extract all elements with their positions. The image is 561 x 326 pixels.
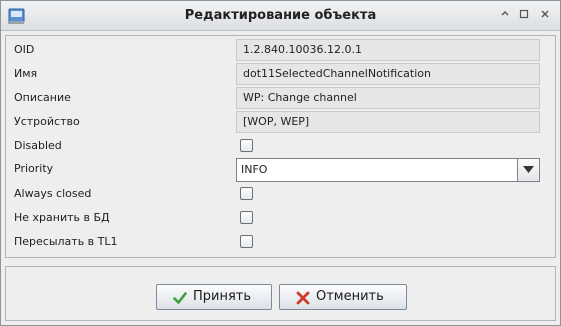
row-oid: OID 1.2.840.10036.12.0.1 (14, 39, 544, 61)
window-title: Редактирование объекта (184, 8, 377, 23)
row-priority: Priority INFO (14, 158, 544, 182)
minimize-icon[interactable] (498, 9, 512, 23)
x-icon (296, 290, 310, 305)
chevron-down-icon (523, 166, 534, 173)
properties-panel: OID 1.2.840.10036.12.0.1 Имя dot11Select… (5, 35, 556, 258)
forward-tl1-label: Пересылать в TL1 (14, 235, 118, 248)
name-field[interactable]: dot11SelectedChannelNotification (236, 63, 540, 85)
cancel-button[interactable]: Отменить (279, 284, 407, 310)
oid-field[interactable]: 1.2.840.10036.12.0.1 (236, 39, 540, 61)
row-always-closed: Always closed (14, 183, 544, 205)
no-store-label: Не хранить в БД (14, 211, 110, 224)
cancel-label: Отменить (316, 289, 384, 304)
restore-icon[interactable] (517, 9, 531, 23)
device-field[interactable]: [WOP, WEP] (236, 111, 540, 133)
name-label: Имя (14, 67, 38, 80)
description-label: Описание (14, 91, 71, 104)
priority-label: Priority (14, 162, 54, 175)
edit-object-dialog: Редактирование объекта OID 1.2.840.10036… (0, 0, 561, 326)
row-no-store: Не хранить в БД (14, 207, 544, 229)
disabled-label: Disabled (14, 139, 62, 152)
forward-tl1-checkbox[interactable] (240, 235, 253, 248)
row-forward-tl1: Пересылать в TL1 (14, 231, 544, 253)
always-closed-checkbox[interactable] (240, 187, 253, 200)
priority-select[interactable]: INFO (236, 158, 540, 182)
priority-value: INFO (241, 163, 268, 176)
description-field[interactable]: WP: Change channel (236, 87, 540, 109)
device-label: Устройство (14, 115, 80, 128)
title-bar[interactable]: Редактирование объекта (1, 1, 560, 31)
row-description: Описание WP: Change channel (14, 87, 544, 109)
check-icon (173, 290, 187, 304)
accept-label: Принять (193, 289, 252, 304)
disabled-checkbox[interactable] (240, 139, 253, 152)
always-closed-label: Always closed (14, 187, 92, 200)
close-icon[interactable] (538, 9, 552, 23)
row-name: Имя dot11SelectedChannelNotification (14, 63, 544, 85)
row-device: Устройство [WOP, WEP] (14, 111, 544, 133)
button-bar: Принять Отменить (5, 266, 556, 321)
accept-button[interactable]: Принять (156, 284, 272, 310)
row-disabled: Disabled (14, 135, 544, 157)
no-store-checkbox[interactable] (240, 211, 253, 224)
dropdown-arrow-button[interactable] (517, 159, 539, 181)
oid-label: OID (14, 43, 35, 56)
